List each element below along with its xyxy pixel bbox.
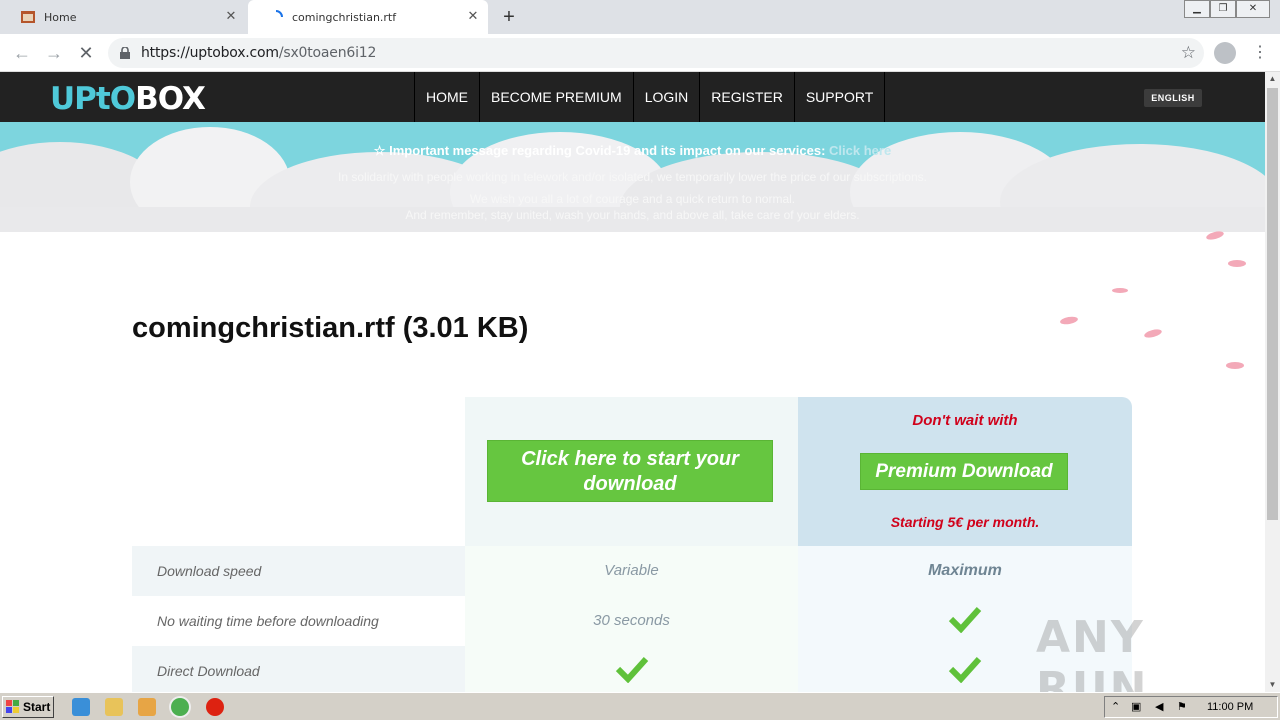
address-bar[interactable]: https://uptobox.com/sx0toaen6i12 ☆ [108,38,1204,68]
tab-strip: Home ✕ comingchristian.rtf ✕ + ▁ ❐ ✕ [0,0,1280,34]
minimize-button[interactable]: ▁ [1184,0,1210,18]
nav-become-premium[interactable]: BECOME PREMIUM [479,72,633,122]
tab-active[interactable]: comingchristian.rtf ✕ [248,0,488,34]
table-row: Download speed Variable Maximum [132,546,1132,596]
media-player-icon[interactable] [138,698,156,716]
logo-text-part2: BOX [135,81,206,117]
windows-taskbar: Start ⌃ ▣ ◀ ⚑ 11:00 PM [0,692,1280,720]
network-icon[interactable]: ▣ [1131,700,1141,713]
covid-line-2: We wish you all a lot of courage and a q… [469,192,796,206]
nav-support[interactable]: SUPPORT [793,72,886,122]
scroll-down-icon[interactable]: ▼ [1265,678,1280,692]
logo-text-part1: UPtO [50,81,136,117]
petal-decoration [1059,315,1079,326]
close-tab-icon[interactable]: ✕ [224,10,238,24]
file-title: comingchristian.rtf (3.01 KB) [132,312,529,344]
premium-panel: Don't wait with Premium Download Startin… [798,397,1132,546]
stop-loading-icon[interactable]: ✕ [74,41,98,65]
home-favicon-icon [21,11,35,23]
opera-icon[interactable] [206,698,224,716]
scroll-up-icon[interactable]: ▲ [1265,72,1280,86]
file-explorer-icon[interactable] [105,698,123,716]
main-menu: HOME BECOME PREMIUM LOGIN REGISTER SUPPO… [414,72,886,122]
nav-register[interactable]: REGISTER [699,72,794,122]
anyrun-watermark: ANY RUN [1036,612,1149,692]
premium-price: Starting 5€ per month. [890,514,1040,530]
site-navbar: UPtOBOX HOME BECOME PREMIUM LOGIN REGIST… [0,72,1265,122]
nav-home[interactable]: HOME [414,72,479,122]
tray-expand-icon[interactable]: ⌃ [1111,700,1120,713]
covid-notice: ☆ Important message regarding Covid-19 a… [0,143,1265,159]
close-window-button[interactable]: ✕ [1236,0,1270,18]
free-value: Variable [465,546,798,596]
covid-line-3: And remember, stay united, wash your han… [405,208,860,222]
taskbar-clock[interactable]: 11:00 PM [1207,701,1253,713]
covid-banner: ☆ Important message regarding Covid-19 a… [0,122,1265,232]
free-value [465,646,798,692]
uptobox-logo[interactable]: UPtOBOX [50,81,206,117]
premium-value: Maximum [798,546,1132,596]
row-label: Download speed [132,546,465,596]
checkmark-icon [948,606,982,633]
tab-title: comingchristian.rtf [292,10,397,24]
browser-toolbar: ← → ✕ https://uptobox.com/sx0toaen6i12 ☆… [0,34,1280,72]
scrollbar-thumb[interactable] [1267,88,1278,520]
lock-icon [120,47,130,59]
new-tab-button[interactable]: + [498,6,520,28]
page-viewport: UPtOBOX HOME BECOME PREMIUM LOGIN REGIST… [0,72,1265,692]
start-button[interactable]: Start [2,696,54,718]
petal-decoration [1143,327,1163,340]
petal-decoration [1112,288,1128,293]
loading-spinner-icon [275,10,283,18]
volume-icon[interactable]: ◀ [1155,700,1163,713]
row-label: No waiting time before downloading [157,613,379,629]
tab-title: Home [44,10,77,24]
premium-tagline: Don't wait with [912,412,1018,429]
profile-avatar-icon[interactable] [1214,42,1236,64]
star-icon: ☆ [373,143,386,158]
row-label: Direct Download [132,646,465,692]
nav-login[interactable]: LOGIN [632,72,700,122]
covid-notice-text: Important message regarding Covid-19 and… [389,143,826,158]
checkmark-icon [615,657,648,684]
petal-decoration [1226,362,1244,369]
free-value: 30 seconds [465,596,798,646]
back-arrow-icon[interactable]: ← [10,41,34,65]
close-tab-icon[interactable]: ✕ [466,10,480,24]
petal-decoration [1228,260,1246,267]
bookmark-star-icon[interactable]: ☆ [1181,43,1196,63]
table-row: Direct Download [132,646,1132,692]
checkmark-icon [948,656,982,683]
tab-home[interactable]: Home ✕ [0,0,246,34]
action-center-flag-icon[interactable]: ⚑ [1177,700,1187,713]
windows-flag-icon [6,700,19,713]
covid-click-here-link[interactable]: Click here [829,143,891,158]
url-host: https://uptobox.com [141,45,279,61]
language-selector[interactable]: ENGLISH [1144,89,1202,107]
restore-button[interactable]: ❐ [1210,0,1236,18]
page-scrollbar[interactable]: ▲ ▼ [1265,72,1280,692]
table-row: No waiting time before downloading 30 se… [132,596,1132,646]
covid-line-1: In solidarity with people working in tel… [338,170,927,184]
start-label: Start [23,700,51,714]
url-path: /sx0toaen6i12 [278,45,377,61]
forward-arrow-icon[interactable]: → [42,41,66,65]
free-download-panel: Click here to start your download [465,397,798,546]
browser-menu-icon[interactable]: ⋮ [1252,42,1268,64]
start-download-button[interactable]: Click here to start your download [487,440,773,502]
internet-explorer-icon[interactable] [72,698,90,716]
premium-download-button[interactable]: Premium Download [860,453,1068,490]
chrome-icon[interactable] [171,698,189,716]
